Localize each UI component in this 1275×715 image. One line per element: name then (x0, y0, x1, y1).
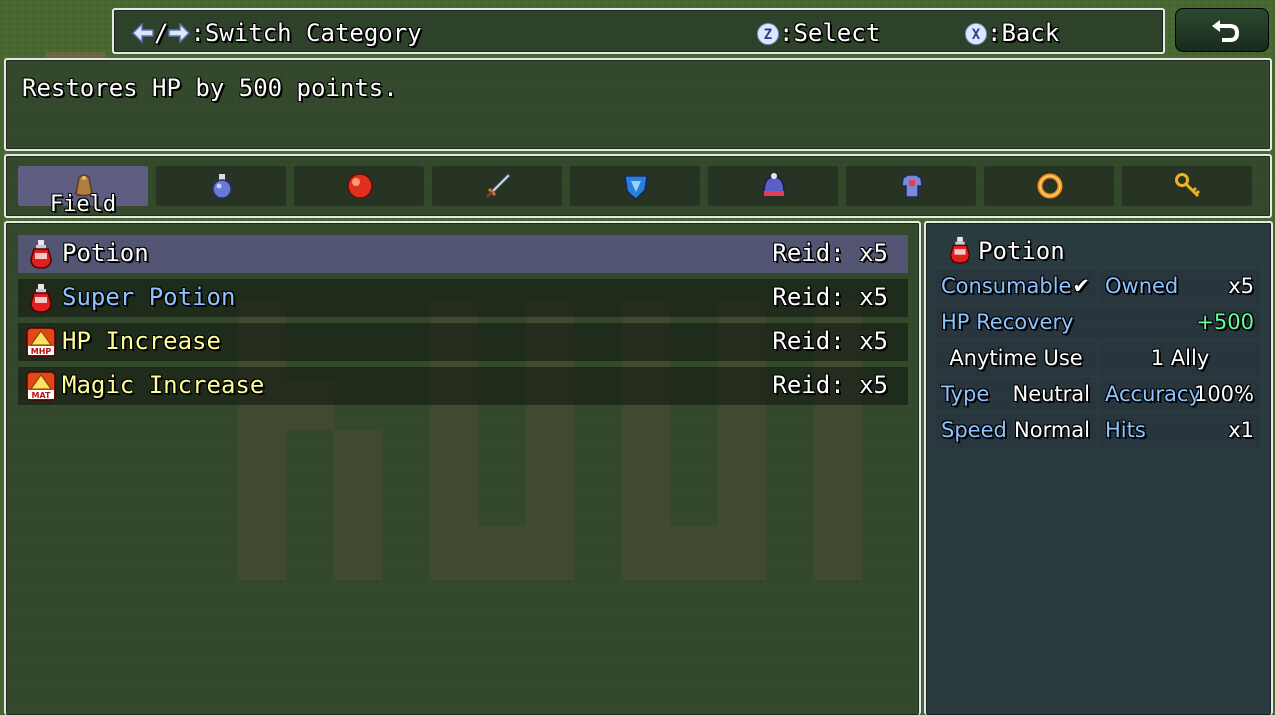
x-button-icon: X (965, 23, 987, 45)
item-quantity: Reid: x5 (772, 239, 888, 267)
accuracy-cell: Accuracy 100% (1100, 378, 1260, 412)
key-icon (1175, 173, 1201, 198)
type-label: Type (941, 382, 990, 406)
select-hint: Z:Select (757, 19, 880, 47)
category-potions[interactable] (156, 166, 286, 206)
speed-value: Normal (1014, 418, 1090, 442)
category-label: Field (49, 192, 117, 217)
consumable-label: Consumable (941, 274, 1072, 298)
hits-label: Hits (1105, 418, 1146, 442)
back-label: :Back (987, 19, 1060, 47)
z-button-icon: Z (757, 23, 779, 45)
red-orb-icon (347, 173, 373, 199)
scope-value: 1 Ally (1150, 346, 1210, 370)
item-quantity: Reid: x5 (772, 283, 888, 311)
category-bar: Field (4, 154, 1272, 218)
type-cell: Type Neutral (936, 378, 1096, 412)
type-value: Neutral (1012, 382, 1090, 406)
hits-cell: Hits x1 (1100, 414, 1260, 448)
occasion-value: Anytime Use (949, 346, 1083, 370)
help-bar: / :Switch Category Z:Select X:Back (112, 8, 1165, 54)
item-name: Magic Increase (62, 371, 265, 399)
item-list-window: Potion Reid: x5 Super Potion Reid: x5 MH… (4, 221, 921, 715)
description-window: Restores HP by 500 points. (4, 58, 1272, 151)
item-name: Super Potion (62, 283, 236, 311)
potion-icon (30, 240, 52, 269)
right-arrow-icon (168, 23, 191, 43)
check-icon: ✔ (1072, 274, 1090, 298)
owned-label: Owned (1105, 274, 1179, 298)
occasion-cell: Anytime Use (936, 342, 1096, 376)
hp-recovery-value: +500 (1196, 310, 1254, 334)
back-button[interactable] (1175, 8, 1269, 52)
category-shields[interactable] (570, 166, 700, 206)
list-item[interactable]: Potion Reid: x5 (18, 235, 908, 273)
ring-icon (1037, 173, 1063, 199)
list-item[interactable]: Super Potion Reid: x5 (18, 279, 908, 317)
item-quantity: Reid: x5 (772, 327, 888, 355)
item-detail-window: Potion Consumable ✔ Owned x5 HP Recovery… (924, 221, 1273, 715)
accuracy-value: 100% (1193, 382, 1254, 406)
category-accessories[interactable] (984, 166, 1114, 206)
list-item[interactable]: MHP HP Increase Reid: x5 (18, 323, 908, 361)
switch-category-hint: / :Switch Category (132, 19, 422, 47)
category-armor[interactable] (846, 166, 976, 206)
left-arrow-icon (132, 23, 154, 43)
speed-cell: Speed Normal (936, 414, 1096, 448)
slash-label: / (154, 19, 169, 47)
category-key-items[interactable] (1122, 166, 1252, 206)
sword-icon (485, 173, 511, 199)
speed-label: Speed (941, 418, 1007, 442)
back-hint: X:Back (965, 19, 1059, 47)
helmet-icon (763, 173, 785, 196)
item-name: Potion (62, 239, 149, 267)
hp-recovery-label: HP Recovery (941, 310, 1074, 334)
item-name: HP Increase (62, 327, 221, 355)
potion-icon (949, 236, 971, 264)
owned-value: x5 (1228, 274, 1254, 298)
return-arrow-icon (1212, 20, 1239, 42)
hits-value: x1 (1228, 418, 1254, 442)
accuracy-label: Accuracy (1105, 382, 1201, 406)
hp-recovery-cell: HP Recovery +500 (936, 306, 1260, 340)
mat-badge-text: MAT (32, 391, 52, 400)
item-description: Restores HP by 500 points. (22, 74, 398, 102)
scope-cell: 1 Ally (1100, 342, 1260, 376)
mhp-up-icon: MHP (26, 327, 56, 357)
category-weapons[interactable] (432, 166, 562, 206)
switch-category-label: :Switch Category (190, 19, 422, 47)
category-field[interactable]: Field (18, 166, 148, 217)
consumable-cell: Consumable ✔ (936, 270, 1096, 304)
shield-icon (624, 175, 648, 200)
potion-icon (30, 284, 52, 313)
owned-cell: Owned x5 (1100, 270, 1260, 304)
select-label: :Select (779, 19, 881, 47)
category-orbs[interactable] (294, 166, 424, 206)
category-helmets[interactable] (708, 166, 838, 206)
mat-up-icon: MAT (26, 371, 56, 401)
list-item[interactable]: MAT Magic Increase Reid: x5 (18, 367, 908, 405)
mhp-badge-text: MHP (31, 347, 52, 356)
item-quantity: Reid: x5 (772, 371, 888, 399)
detail-title: Potion (978, 237, 1065, 265)
potion-flask-icon (212, 174, 232, 199)
armor-icon (901, 174, 923, 198)
